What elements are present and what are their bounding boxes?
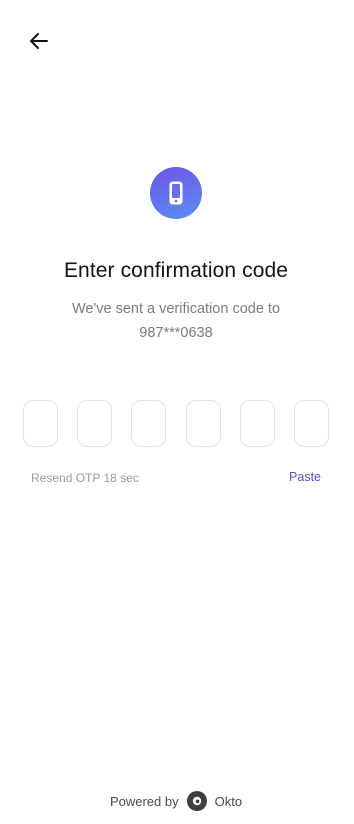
phone-badge <box>150 167 202 219</box>
otp-digit-1[interactable] <box>23 400 58 447</box>
arrow-left-icon <box>30 33 48 49</box>
resend-otp-timer: Resend OTP 18 sec <box>31 471 139 485</box>
page-title: Enter confirmation code <box>63 259 289 282</box>
back-button[interactable] <box>26 28 52 54</box>
masked-phone-number: 987***0638 <box>139 325 213 341</box>
otp-digit-4[interactable] <box>185 400 221 447</box>
otp-digit-3[interactable] <box>131 400 167 447</box>
paste-button[interactable]: Paste <box>289 470 321 484</box>
okto-logo-icon <box>186 791 207 811</box>
subtitle-text: We've sent a verification code to <box>71 301 281 317</box>
smartphone-icon <box>169 181 183 205</box>
otp-digit-5[interactable] <box>239 400 275 447</box>
brand-name: Okto <box>214 793 243 809</box>
powered-by-label: Powered by <box>109 793 179 809</box>
otp-input-group <box>23 400 329 448</box>
otp-digit-6[interactable] <box>293 400 329 447</box>
otp-digit-2[interactable] <box>77 400 113 447</box>
powered-by-footer: Powered by Okto <box>0 791 352 811</box>
verification-subtitle: We've sent a verification code to 987***… <box>0 297 352 345</box>
